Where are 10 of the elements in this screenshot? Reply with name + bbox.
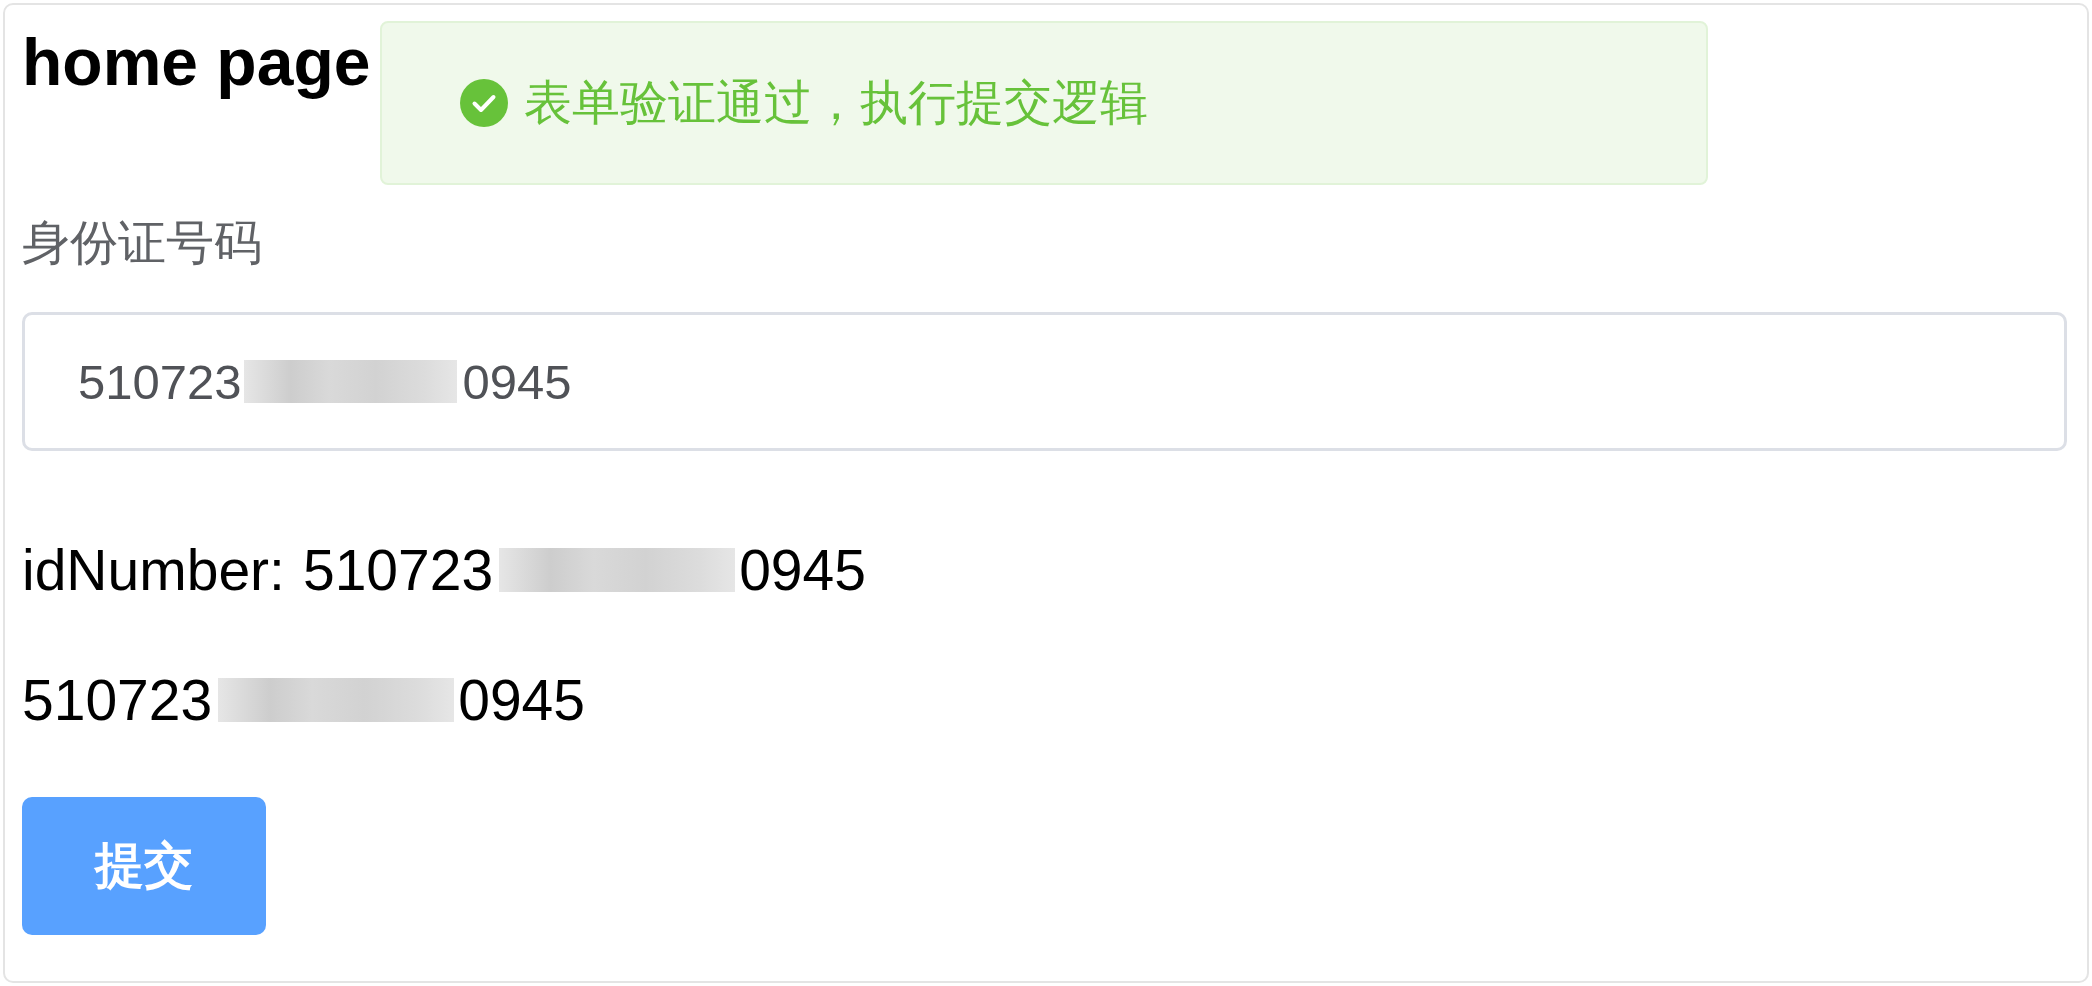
output-value-start: 510723: [302, 537, 494, 604]
message-text: 表单验证通过，执行提交逻辑: [524, 75, 1148, 131]
field-label: 身份证号码: [22, 215, 262, 271]
output-value-end: 0945: [458, 667, 586, 734]
output-value-start: 510723: [22, 667, 213, 734]
output-value-end: 0945: [739, 537, 866, 604]
check-circle-icon: [460, 79, 508, 127]
id-number-input[interactable]: 510723 0945: [22, 312, 2067, 451]
output-label: idNumber:: [22, 537, 285, 604]
page-title: home page: [22, 24, 371, 101]
